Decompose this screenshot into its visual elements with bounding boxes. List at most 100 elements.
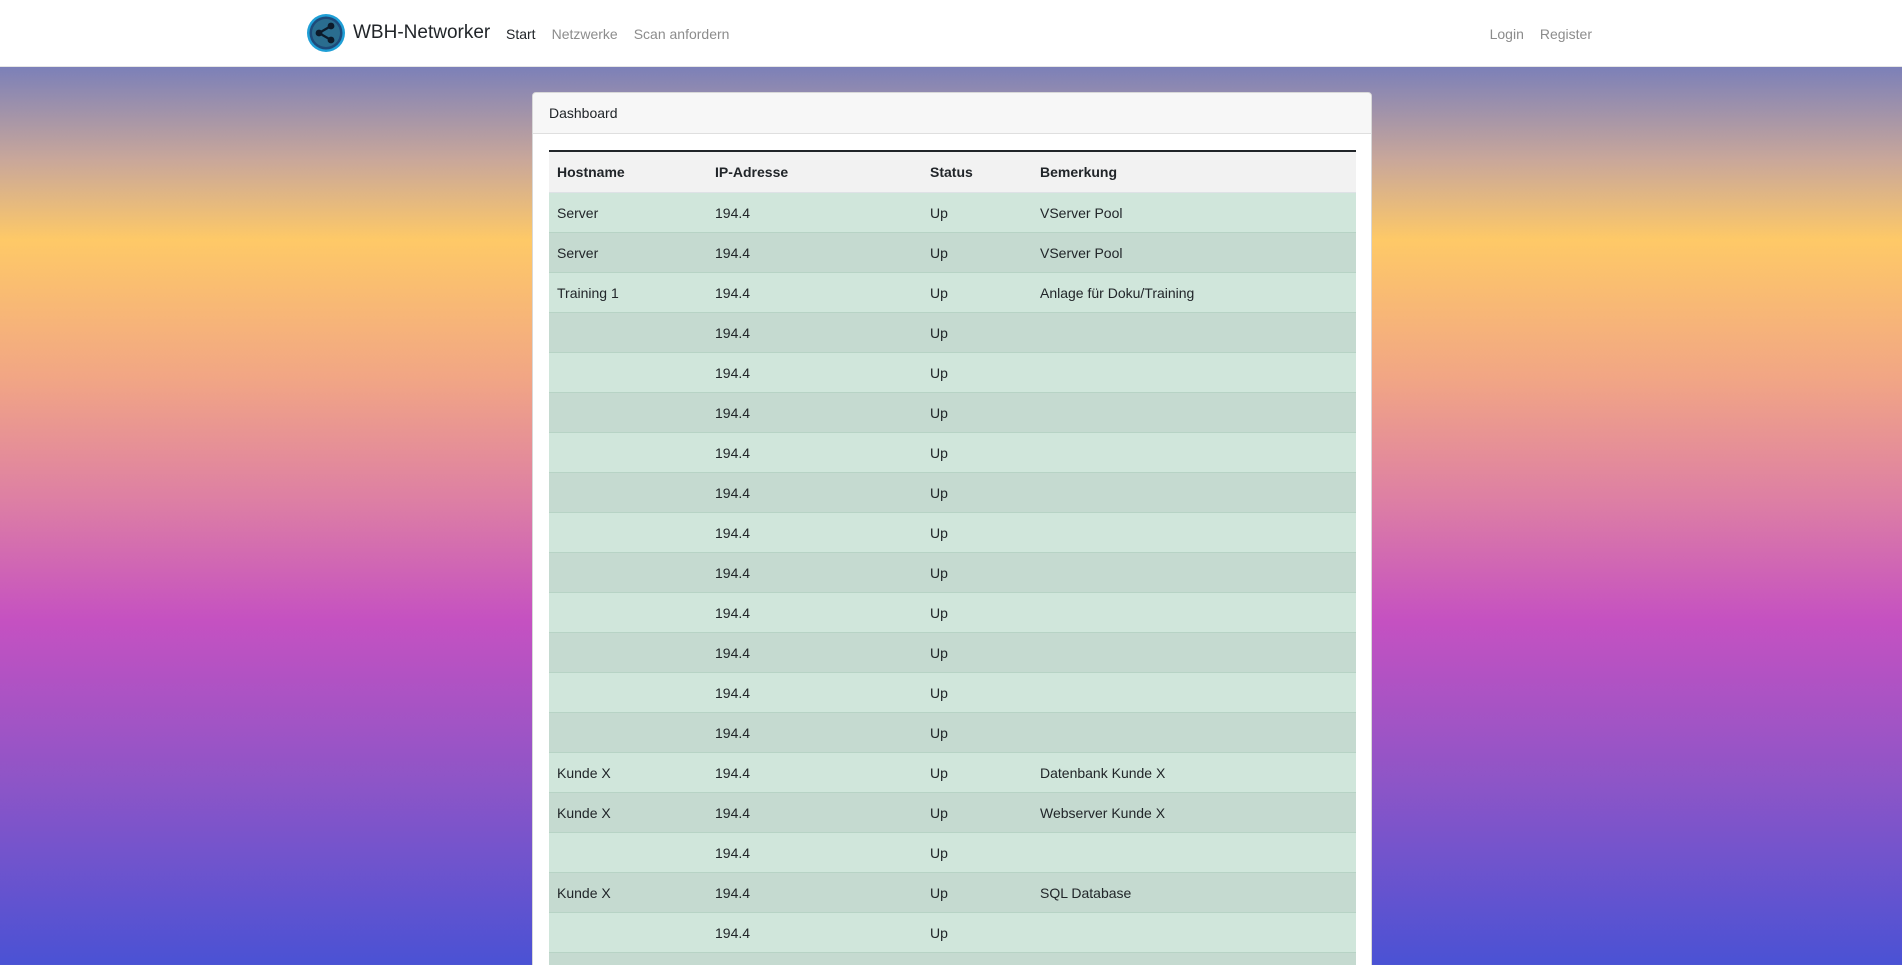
auth-nav: Login Register [1490, 0, 1592, 67]
table-row: 194.4 Up [549, 632, 1356, 673]
table-row: Kunde X 194.4 Up SQL Database [549, 872, 1356, 913]
cell-note [1032, 952, 1356, 965]
table-row [549, 952, 1356, 965]
hosts-table-wrapper: Hostname IP-Adresse Status Bemerkung Ser… [549, 150, 1356, 965]
table-row: Training 1 194.4 Up Anlage für Doku/Trainin… [549, 272, 1356, 313]
cell-note: VServer Pool [1032, 232, 1356, 273]
table-row: 194.4 Up [549, 552, 1356, 593]
cell-ip-address: 194.4 [707, 712, 922, 753]
cell-ip-address: 194.4 [707, 392, 922, 433]
cell-hostname [549, 632, 707, 673]
cell-ip-address: 194.4 [707, 792, 922, 833]
cell-status: Up [922, 672, 1032, 713]
table-row: 194.4 Up [549, 592, 1356, 633]
table-row: 194.4 Up [549, 512, 1356, 553]
table-row: 194.4 Up [549, 352, 1356, 393]
table-row: Server 194.4 Up VServer Pool [549, 192, 1356, 233]
cell-note [1032, 712, 1356, 753]
table-body: Server 194.4 Up VServer Pool Server 194.4 Up VS… [549, 192, 1356, 965]
cell-ip-address: 194.4 [707, 912, 922, 953]
cell-status [922, 952, 1032, 965]
cell-hostname: Server [549, 192, 707, 233]
cell-ip-address: 194.4 [707, 592, 922, 633]
cell-hostname: Training 1 [549, 272, 707, 313]
hosts-table: Hostname IP-Adresse Status Bemerkung Ser… [549, 150, 1356, 965]
cell-note [1032, 432, 1356, 473]
cell-hostname: Server [549, 232, 707, 273]
cell-hostname [549, 952, 707, 965]
cell-status: Up [922, 912, 1032, 953]
cell-status: Up [922, 352, 1032, 393]
cell-status: Up [922, 192, 1032, 233]
cell-note [1032, 312, 1356, 353]
cell-ip-address: 194.4 [707, 872, 922, 913]
cell-status: Up [922, 872, 1032, 913]
table-row: Server 194.4 Up VServer Pool [549, 232, 1356, 273]
table-row: 194.4 Up [549, 712, 1356, 753]
cell-hostname [549, 712, 707, 753]
cell-note [1032, 352, 1356, 393]
nav-netzwerke[interactable]: Netzwerke [552, 26, 618, 42]
cell-status: Up [922, 432, 1032, 473]
cell-hostname [549, 312, 707, 353]
cell-ip-address: 194.4 [707, 512, 922, 553]
cell-ip-address: 194.4 [707, 472, 922, 513]
cell-hostname: Kunde X [549, 792, 707, 833]
cell-hostname [549, 472, 707, 513]
cell-note [1032, 632, 1356, 673]
cell-note [1032, 832, 1356, 873]
cell-hostname [549, 392, 707, 433]
table-row: 194.4 Up [549, 912, 1356, 953]
table-header-row: Hostname IP-Adresse Status Bemerkung [549, 150, 1356, 193]
cell-ip-address: 194.4 [707, 632, 922, 673]
table-row: 194.4 Up [549, 672, 1356, 713]
cell-ip-address: 194.4 [707, 312, 922, 353]
nav-login[interactable]: Login [1490, 26, 1524, 42]
cell-note [1032, 472, 1356, 513]
cell-hostname [549, 352, 707, 393]
cell-status: Up [922, 392, 1032, 433]
cell-hostname: Kunde X [549, 752, 707, 793]
cell-note: SQL Database [1032, 872, 1356, 913]
brand-link[interactable]: WBH-Networker [306, 13, 490, 53]
cell-status: Up [922, 752, 1032, 793]
cell-hostname [549, 672, 707, 713]
cell-ip-address: 194.4 [707, 552, 922, 593]
cell-ip-address: 194.4 [707, 672, 922, 713]
cell-note: Webserver Kunde X [1032, 792, 1356, 833]
cell-note [1032, 552, 1356, 593]
cell-hostname [549, 552, 707, 593]
cell-hostname [549, 512, 707, 553]
cell-note [1032, 672, 1356, 713]
main-nav: Start Netzwerke Scan anfordern [506, 0, 729, 67]
cell-ip-address: 194.4 [707, 432, 922, 473]
nav-start[interactable]: Start [506, 26, 536, 42]
cell-note [1032, 912, 1356, 953]
cell-status: Up [922, 472, 1032, 513]
table-row: 194.4 Up [549, 472, 1356, 513]
cell-status: Up [922, 512, 1032, 553]
cell-ip-address: 194.4 [707, 752, 922, 793]
cell-ip-address: 194.4 [707, 832, 922, 873]
cell-status: Up [922, 712, 1032, 753]
cell-ip-address: 194.4 [707, 232, 922, 273]
cell-status: Up [922, 632, 1032, 673]
cell-status: Up [922, 272, 1032, 313]
column-header-status: Status [922, 150, 1032, 193]
cell-ip-address: 194.4 [707, 192, 922, 233]
brand-name: WBH-Networker [353, 22, 491, 43]
cell-note [1032, 592, 1356, 633]
cell-hostname [549, 592, 707, 633]
cell-hostname: Kunde X [549, 872, 707, 913]
cell-status: Up [922, 552, 1032, 593]
cell-hostname [549, 432, 707, 473]
share-icon [307, 14, 345, 52]
card-title: Dashboard [533, 93, 1371, 134]
table-row: 194.4 Up [549, 392, 1356, 433]
cell-note: Datenbank Kunde X [1032, 752, 1356, 793]
nav-register[interactable]: Register [1540, 26, 1592, 42]
top-navbar: WBH-Networker Start Netzwerke Scan anfor… [0, 0, 1902, 67]
column-header-note: Bemerkung [1032, 150, 1356, 193]
nav-scan-anfordern[interactable]: Scan anfordern [634, 26, 730, 42]
table-row: Kunde X 194.4 Up Datenbank Kunde X [549, 752, 1356, 793]
